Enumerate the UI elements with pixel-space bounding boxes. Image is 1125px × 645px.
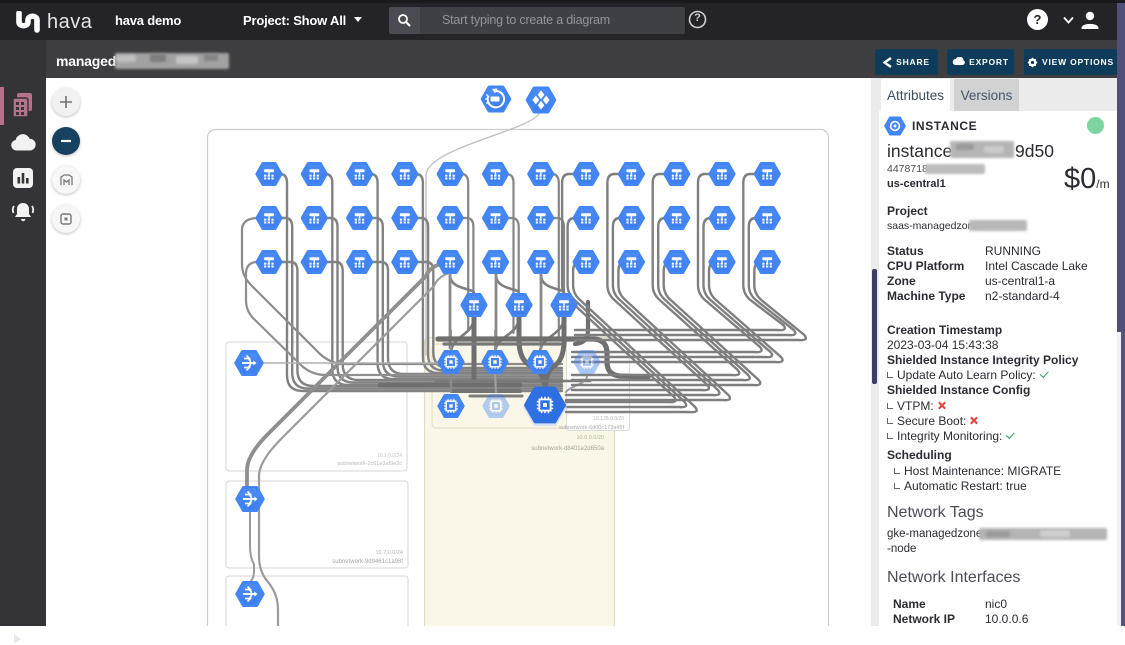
svg-text:subnetwork-2c61e3af9e2c: subnetwork-2c61e3af9e2c	[337, 461, 402, 467]
svg-text:10.0.0.0/20: 10.0.0.0/20	[576, 435, 604, 441]
svg-text:10.1.0.0/24: 10.1.0.0/24	[377, 453, 402, 459]
svg-text:10.128.0.0/20: 10.128.0.0/20	[593, 416, 624, 422]
svg-text:10.7.0.0/24: 10.7.0.0/24	[375, 550, 403, 556]
svg-text:subnetwork-d8401e2d650a: subnetwork-d8401e2d650a	[531, 446, 604, 452]
svg-text:subnetwork-9d9461c1a98f: subnetwork-9d9461c1a98f	[332, 559, 403, 565]
svg-text:subnetwork-6d00c173a45f: subnetwork-6d00c173a45f	[559, 425, 624, 431]
